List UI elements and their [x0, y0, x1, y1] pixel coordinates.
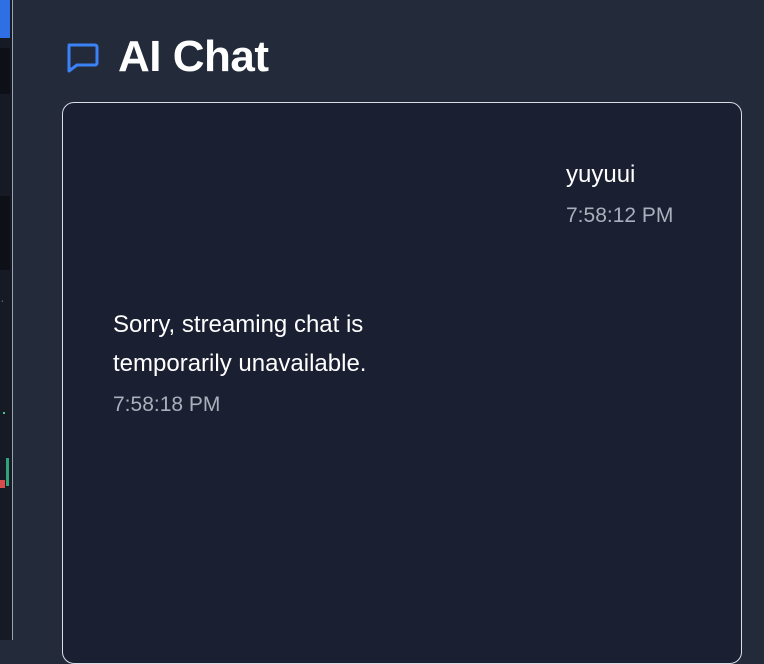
assistant-message-text: Sorry, streaming chat is temporarily una… [113, 311, 367, 377]
adjacent-chart-candle [0, 480, 5, 488]
chat-header: AI Chat [64, 32, 269, 82]
adjacent-chart-marker [3, 412, 5, 414]
adjacent-chart-candle [6, 458, 9, 486]
assistant-message: Sorry, streaming chat is temporarily una… [113, 305, 443, 417]
page-title: AI Chat [118, 32, 269, 81]
adjacent-panel-header [0, 0, 10, 38]
user-message-text: yuyuui [566, 161, 636, 188]
chat-bubble-icon [64, 39, 100, 75]
adjacent-panel-glyph: · [0, 292, 5, 308]
adjacent-panel-row [0, 196, 10, 270]
user-message-timestamp: 7:58:12 PM [566, 204, 674, 227]
user-message: yuyuui 7:58:12 PM [566, 155, 673, 228]
ai-chat-panel: AI Chat yuyuui 7:58:12 PM Sorry, streami… [14, 0, 764, 664]
assistant-message-timestamp: 7:58:18 PM [113, 393, 221, 416]
chat-messages-container[interactable]: yuyuui 7:58:12 PM Sorry, streaming chat … [62, 102, 742, 664]
adjacent-panel-row [0, 48, 10, 94]
adjacent-panel-edge: · [0, 0, 13, 640]
